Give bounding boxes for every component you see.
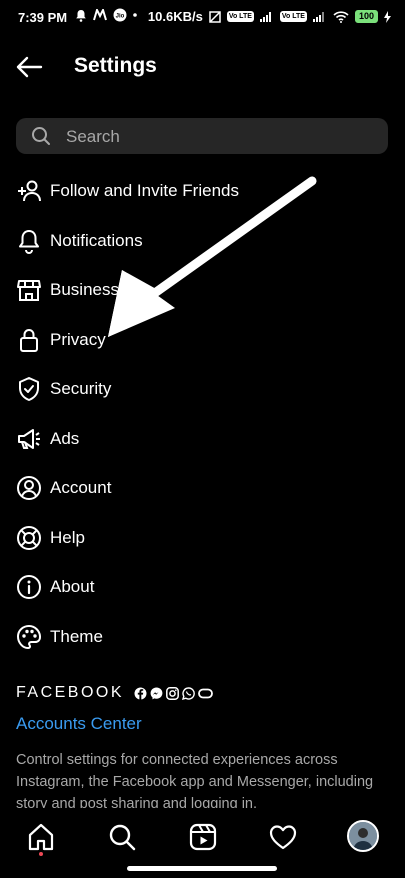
notification-icons: Jio [75, 8, 137, 22]
search-icon[interactable] [107, 822, 137, 852]
facebook-wordmark: FACEBOOK [16, 684, 125, 701]
lock-icon [20, 329, 38, 352]
store-icon [17, 280, 41, 301]
status-bar: 7:39 PM Jio 10.6KB/s Vo LTE Vo LTE 100 [0, 0, 405, 36]
lifebuoy-icon [17, 526, 41, 550]
search-input[interactable] [64, 118, 368, 156]
reels-icon[interactable] [188, 822, 218, 852]
messenger-icon [150, 687, 163, 699]
menu-item-security[interactable]: Security [0, 364, 405, 413]
header: Settings [0, 48, 405, 88]
search-bar[interactable] [16, 118, 388, 156]
avatar-image [349, 822, 377, 850]
accounts-center-link[interactable]: Accounts Center [16, 714, 142, 734]
dot-icon [133, 13, 137, 17]
annotation-arrow [108, 176, 317, 337]
status-right: 10.6KB/s Vo LTE Vo LTE 100 [148, 9, 391, 24]
m-app-icon [93, 9, 107, 21]
portal-icon [198, 688, 213, 698]
info-icon [17, 575, 41, 599]
charging-icon [384, 10, 391, 23]
menu-item-help[interactable]: Help [0, 513, 405, 562]
volte-badge-1: Vo LTE [226, 11, 254, 22]
battery-indicator: 100 [354, 10, 378, 23]
back-arrow-icon[interactable] [14, 52, 44, 82]
person-circle-icon [17, 476, 41, 500]
gesture-bar [127, 866, 277, 871]
menu-item-ads[interactable]: Ads [0, 414, 405, 463]
menu-item-label: Ads [50, 429, 80, 448]
signal-icon-2 [312, 12, 324, 22]
menu-item-label: Help [50, 528, 85, 547]
menu-item-label: Account [50, 478, 112, 497]
volte-badge-2: Vo LTE [279, 11, 307, 22]
add-person-icon [18, 180, 41, 202]
notification-dot [39, 852, 43, 856]
palette-icon [16, 624, 42, 650]
svg-text:Jio: Jio [116, 14, 125, 20]
facebook-section-header: FACEBOOK [16, 682, 213, 704]
page-title: Settings [74, 54, 157, 77]
instagram-icon [166, 686, 179, 700]
bottom-navigation [0, 808, 405, 866]
shield-check-icon [19, 377, 39, 401]
no-sim-icon [209, 10, 221, 23]
menu-item-label: About [50, 577, 95, 596]
bell-icon [19, 230, 39, 254]
status-time: 7:39 PM [18, 10, 68, 25]
accounts-center-description: Control settings for connected experienc… [16, 752, 374, 812]
menu-item-account[interactable]: Account [0, 463, 405, 512]
whatsapp-icon [182, 686, 195, 700]
menu-item-theme[interactable]: Theme [0, 612, 405, 661]
network-speed: 10.6KB/s [147, 9, 203, 24]
megaphone-icon [18, 429, 40, 449]
jio-icon: Jio [113, 8, 127, 22]
wifi-icon [333, 10, 349, 23]
heart-icon[interactable] [268, 822, 298, 852]
facebook-icon [134, 687, 147, 699]
home-icon[interactable] [26, 822, 56, 852]
profile-avatar[interactable] [347, 820, 379, 852]
bell-small-icon [76, 9, 86, 22]
menu-item-label: Privacy [50, 330, 106, 349]
menu-item-about[interactable]: About [0, 562, 405, 611]
search-icon [32, 127, 50, 145]
signal-icon-1 [259, 12, 271, 22]
meta-apps-icons [134, 686, 213, 700]
menu-item-label: Theme [50, 627, 103, 646]
menu-item-label: Security [50, 379, 112, 398]
